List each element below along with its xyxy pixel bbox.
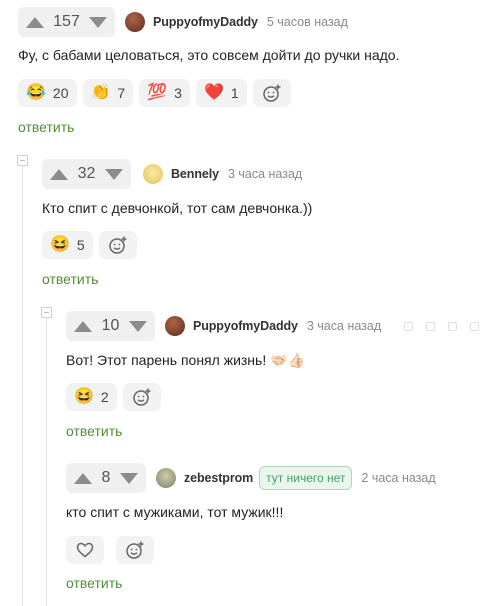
add-emoji-icon [132, 388, 151, 406]
downvote-arrow-icon[interactable] [120, 472, 138, 484]
more-icon[interactable] [470, 321, 480, 331]
vote-widget: 8 [66, 463, 146, 493]
comment-text: Вот! Этот парень понял жизнь! 🤝🏻👍🏻 [66, 352, 305, 368]
comment-header: 8 zebestprom тут ничего нет 2 часа назад [66, 463, 436, 493]
downvote-arrow-icon[interactable] [128, 320, 147, 332]
thread-line [22, 166, 23, 606]
vote-widget: 32 [42, 159, 131, 189]
grinning-face-icon: 😆 [74, 388, 94, 405]
vote-count: 157 [53, 13, 80, 30]
user-note-badge[interactable]: тут ничего нет [259, 466, 353, 490]
thread-line [46, 318, 47, 606]
timestamp[interactable]: 5 часов назад [267, 15, 348, 29]
reaction-button[interactable]: ❤️ 1 [195, 79, 247, 107]
save-icon[interactable] [448, 321, 458, 331]
downvote-arrow-icon[interactable] [88, 16, 107, 28]
edit-icon[interactable] [426, 321, 436, 331]
username[interactable]: PuppyofmyDaddy [193, 319, 298, 333]
timestamp[interactable]: 3 часа назад [307, 319, 381, 333]
reactions-bar: 😂 20 👏 7 💯 3 ❤️ 1 [18, 79, 291, 107]
upvote-arrow-icon[interactable] [74, 472, 92, 484]
add-reaction-button[interactable] [116, 536, 154, 564]
add-emoji-icon [262, 84, 281, 102]
reaction-button[interactable]: 💯 3 [139, 79, 190, 107]
comment-text: кто спит с мужиками, тот мужик!!! [66, 504, 284, 520]
comment-text: Фу, с бабами целоваться, это совсем дойт… [18, 47, 400, 63]
upvote-arrow-icon[interactable] [50, 168, 68, 180]
username[interactable]: Bennely [171, 167, 219, 181]
add-reaction-button[interactable] [122, 383, 161, 411]
laughing-face-icon: 😂 [26, 84, 46, 101]
reaction-count: 5 [76, 237, 85, 253]
reaction-count: 20 [52, 85, 69, 101]
reply-link[interactable]: ответить [42, 271, 98, 287]
comment-header: 32 Bennely 3 часа назад [42, 159, 302, 189]
reaction-button[interactable]: 👏 7 [82, 79, 134, 107]
add-reaction-button[interactable] [98, 231, 137, 259]
red-heart-icon: ❤️ [203, 84, 224, 101]
reactions-bar: 😆 2 [66, 383, 161, 411]
reaction-count: 7 [117, 85, 126, 101]
collapse-thread-button[interactable] [41, 307, 52, 318]
link-icon[interactable] [404, 321, 414, 331]
hundred-points-icon: 💯 [147, 84, 168, 101]
vote-count: 8 [101, 469, 111, 486]
reaction-count: 1 [230, 85, 239, 101]
reaction-count: 3 [174, 85, 182, 101]
timestamp[interactable]: 3 часа назад [228, 167, 302, 181]
vote-count: 32 [77, 165, 96, 182]
username[interactable]: zebestprom [184, 471, 253, 485]
downvote-arrow-icon[interactable] [104, 168, 123, 180]
reply-link[interactable]: ответить [66, 423, 122, 439]
reaction-button[interactable]: 😆 2 [66, 383, 117, 411]
reaction-button[interactable]: 😆 5 [42, 231, 93, 259]
comment-header: 157 PuppyofmyDaddy 5 часов назад [18, 7, 348, 37]
reaction-count: 2 [100, 389, 109, 405]
add-reaction-button[interactable] [252, 79, 291, 107]
avatar[interactable] [143, 164, 163, 184]
collapse-thread-button[interactable] [17, 155, 28, 166]
reply-link[interactable]: ответить [66, 575, 122, 591]
upvote-arrow-icon[interactable] [26, 16, 44, 28]
reactions-bar: 😆 5 [42, 231, 137, 259]
vote-count: 10 [101, 317, 120, 334]
vote-widget: 157 [18, 7, 115, 37]
vote-widget: 10 [66, 311, 155, 341]
comment-text: Кто спит с девчонкой, тот сам девчонка.)… [42, 200, 313, 216]
upvote-arrow-icon[interactable] [74, 320, 92, 332]
avatar[interactable] [125, 12, 145, 32]
username[interactable]: PuppyofmyDaddy [153, 15, 258, 29]
avatar[interactable] [156, 468, 176, 488]
add-emoji-icon [126, 541, 144, 559]
timestamp[interactable]: 2 часа назад [361, 471, 435, 485]
comment-header: 10 PuppyofmyDaddy 3 часа назад [66, 311, 480, 341]
heart-outline-icon [76, 542, 94, 558]
reactions-bar [66, 536, 154, 564]
reaction-button[interactable]: 😂 20 [18, 79, 77, 107]
like-button[interactable] [66, 536, 104, 564]
add-emoji-icon [108, 236, 127, 254]
comment-tools [391, 321, 480, 331]
avatar[interactable] [165, 316, 185, 336]
reply-link[interactable]: ответить [18, 119, 74, 135]
grinning-face-icon: 😆 [50, 236, 70, 253]
clapping-hands-icon: 👏 [90, 84, 111, 101]
